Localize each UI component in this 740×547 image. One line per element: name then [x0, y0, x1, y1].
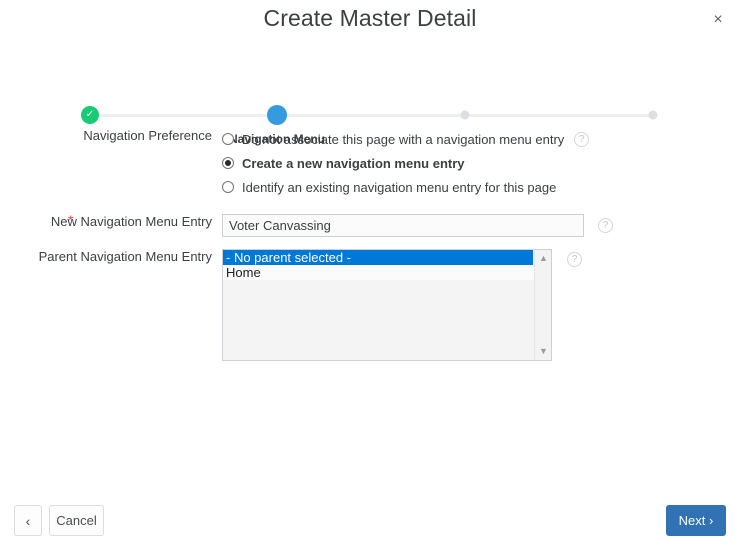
listbox-wrapper-parent-navigation-menu-entry: - No parent selected - Home ▲ ▼ ?	[222, 249, 740, 361]
label-navigation-preference: Navigation Preference	[83, 128, 212, 143]
help-icon-new-navigation-menu-entry[interactable]: ?	[598, 218, 613, 233]
label-new-navigation-menu-entry: * New Navigation Menu Entry	[0, 212, 222, 229]
radio-option-create-new[interactable]: Create a new navigation menu entry	[222, 152, 740, 174]
step-indicator-3-pending[interactable]	[460, 110, 470, 120]
parent-navigation-menu-entry-listbox[interactable]: - No parent selected - Home ▲ ▼	[222, 249, 552, 361]
radio-create-new[interactable]	[222, 157, 234, 169]
radio-identify-existing[interactable]	[222, 181, 234, 193]
new-navigation-menu-entry-input[interactable]	[222, 214, 584, 237]
field-parent-navigation-menu-entry: Parent Navigation Menu Entry - No parent…	[0, 249, 740, 361]
close-icon[interactable]: ×	[706, 8, 730, 32]
cancel-button[interactable]: Cancel	[49, 505, 104, 536]
wizard-stepper: ✓ Navigation Menu	[0, 48, 740, 146]
list-item[interactable]: - No parent selected -	[223, 250, 533, 265]
radio-do-not-associate[interactable]	[222, 133, 234, 145]
dialog-header: Create Master Detail ×	[0, 0, 740, 42]
radio-label-do-not-associate: Do not associate this page with a naviga…	[242, 131, 565, 147]
chevron-up-icon[interactable]: ▲	[535, 251, 551, 266]
required-indicator: *	[68, 212, 74, 228]
step-indicator-1-complete[interactable]: ✓	[81, 106, 99, 124]
step-indicator-4-pending[interactable]	[648, 110, 658, 120]
back-button[interactable]: ‹	[14, 505, 42, 536]
form-body: Navigation Preference Do not associate t…	[0, 128, 740, 361]
radio-group-navigation-preference: Do not associate this page with a naviga…	[222, 128, 740, 200]
chevron-down-icon[interactable]: ▼	[535, 344, 551, 359]
step-indicator-2-current[interactable]	[267, 105, 287, 125]
chevron-right-icon: ›	[709, 513, 714, 528]
listbox-options: - No parent selected - Home	[223, 250, 533, 360]
help-icon-parent-navigation-menu-entry[interactable]: ?	[567, 252, 582, 267]
radio-label-create-new: Create a new navigation menu entry	[242, 155, 465, 171]
listbox-scrollbar[interactable]: ▲ ▼	[534, 250, 551, 360]
radio-option-do-not-associate[interactable]: Do not associate this page with a naviga…	[222, 128, 740, 150]
stepper-track	[90, 114, 653, 117]
radio-label-identify-existing: Identify an existing navigation menu ent…	[242, 179, 557, 195]
radio-option-identify-existing[interactable]: Identify an existing navigation menu ent…	[222, 176, 740, 198]
field-navigation-preference: Navigation Preference Do not associate t…	[0, 128, 740, 200]
field-new-navigation-menu-entry: * New Navigation Menu Entry ?	[0, 212, 740, 237]
label-parent-navigation-menu-entry: Parent Navigation Menu Entry	[38, 249, 212, 264]
help-icon-navigation-preference[interactable]: ?	[574, 131, 590, 147]
input-wrapper-new-navigation-menu-entry: ?	[222, 214, 740, 237]
dialog-footer: ‹ Cancel Next ›	[0, 495, 740, 547]
next-button-label: Next	[678, 513, 706, 528]
list-item[interactable]: Home	[223, 265, 533, 280]
page-title: Create Master Detail	[263, 5, 477, 31]
next-button[interactable]: Next ›	[666, 505, 726, 536]
label-text-new-navigation-menu-entry: New Navigation Menu Entry	[50, 214, 212, 229]
